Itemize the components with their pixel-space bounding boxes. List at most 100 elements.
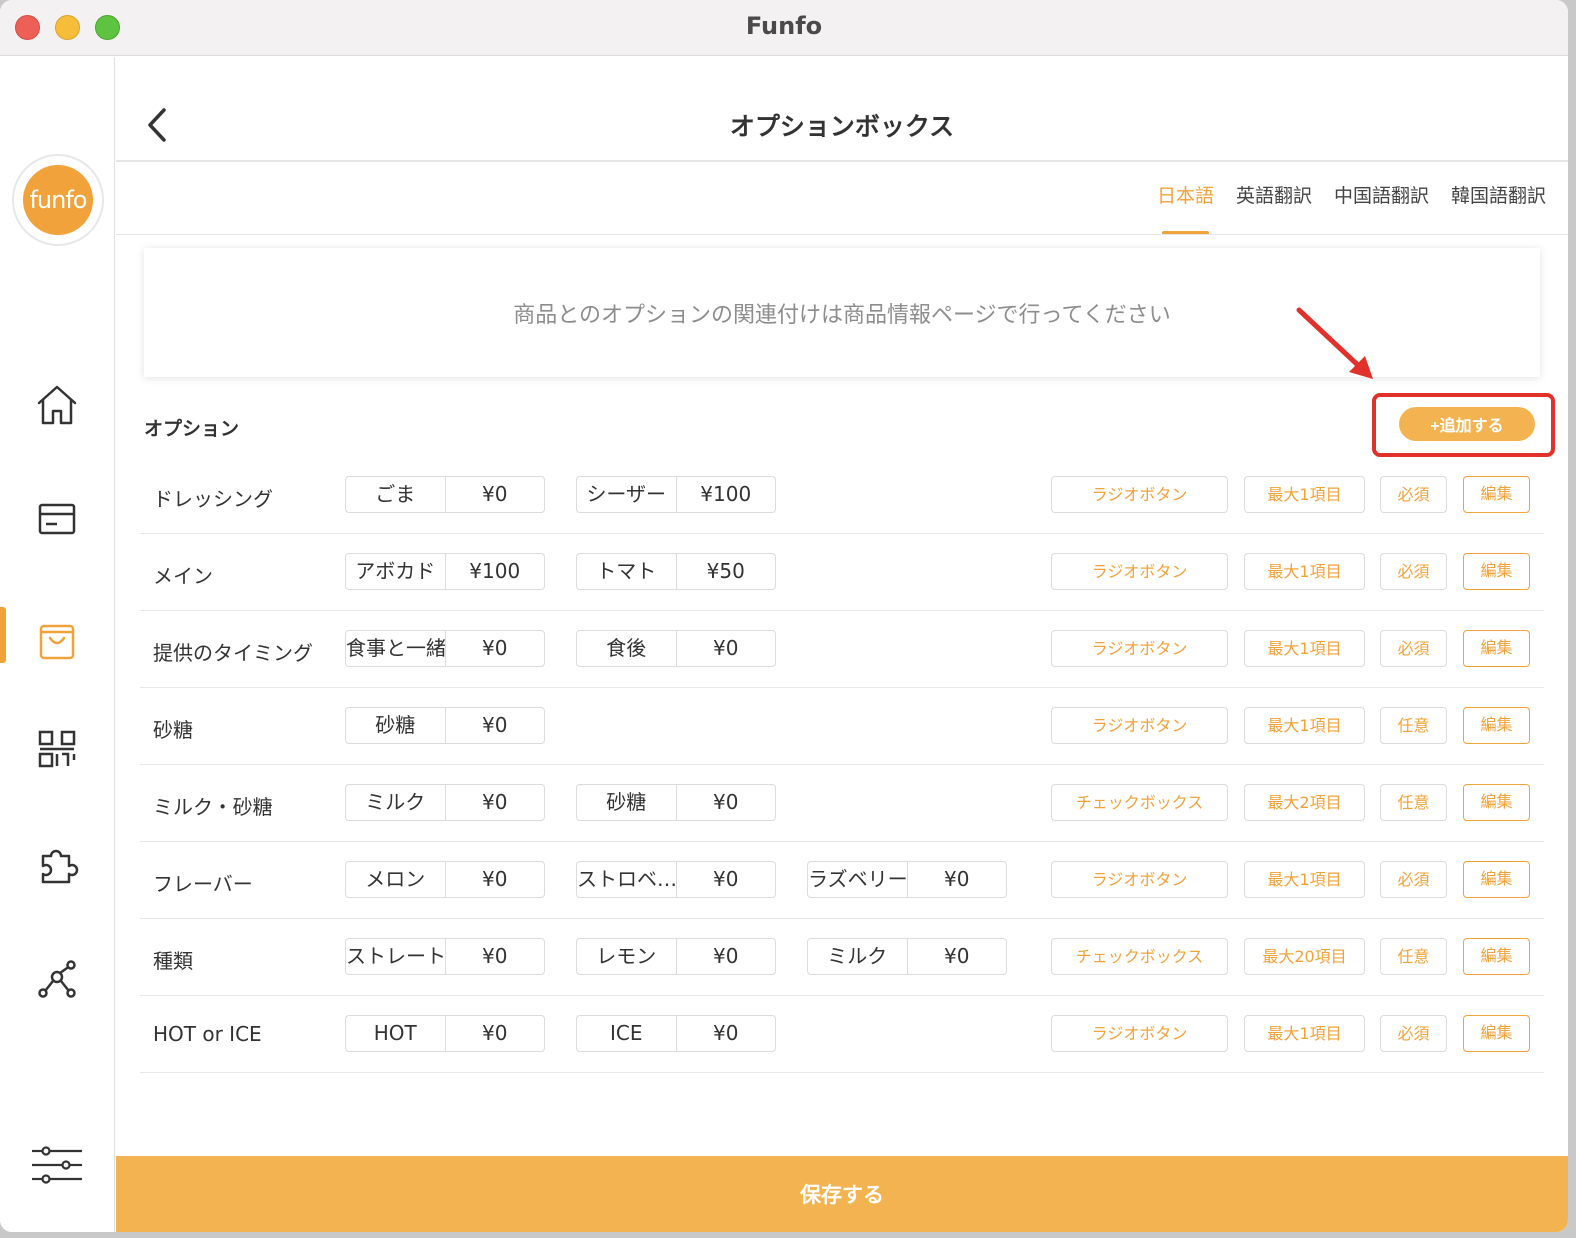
edit-button[interactable]: 編集: [1463, 784, 1530, 821]
selection-type-badge: ラジオボタン: [1051, 1015, 1228, 1052]
choice-name: ごま: [346, 477, 446, 512]
option-name: 砂糖: [153, 718, 193, 742]
choice-price: ¥0: [482, 636, 508, 660]
choice-name: アボカド: [346, 554, 446, 589]
choice-price: ¥50: [706, 559, 745, 583]
option-choice: シーザー ¥100: [576, 476, 776, 513]
choice-name: ミルク: [346, 785, 446, 820]
choice-name: 食後: [577, 631, 677, 666]
choice-name: HOT: [346, 1016, 446, 1051]
sidebar: funfo: [0, 57, 115, 1232]
choice-price: ¥0: [482, 790, 508, 814]
option-choice: HOT ¥0: [345, 1015, 545, 1052]
required-badge: 必須: [1380, 553, 1447, 590]
choice-price: ¥0: [713, 1021, 739, 1045]
edit-button[interactable]: 編集: [1463, 707, 1530, 744]
max-items-badge: 最大1項目: [1244, 1015, 1365, 1052]
sidebar-item-orders[interactable]: [0, 484, 115, 554]
annotation-arrow-icon: [1296, 307, 1373, 379]
option-row: HOT or ICE HOT ¥0 ICE ¥0 ラジオボタン 最大1項目 必須 編集: [140, 996, 1544, 1073]
option-choice: ラズベリー ¥0: [807, 861, 1007, 898]
puzzle-icon: [41, 849, 79, 884]
tab-language[interactable]: 英語翻訳: [1236, 181, 1312, 235]
network-icon: [38, 960, 76, 998]
choice-price: ¥0: [482, 1021, 508, 1045]
tab-language[interactable]: 日本語: [1157, 181, 1214, 235]
option-choice: レモン ¥0: [576, 938, 776, 975]
edit-button[interactable]: 編集: [1463, 630, 1530, 667]
tabs-divider: [116, 234, 1568, 235]
sidebar-item-plugins[interactable]: [0, 829, 115, 899]
option-name: 種類: [153, 949, 193, 973]
required-badge: 必須: [1380, 861, 1447, 898]
title-bar: Funfo: [0, 0, 1568, 56]
selection-type-badge: チェックボックス: [1051, 784, 1228, 821]
selection-type-badge: ラジオボタン: [1051, 630, 1228, 667]
choice-price: ¥0: [482, 944, 508, 968]
option-row: ミルク・砂糖 ミルク ¥0 砂糖 ¥0 チェックボックス 最大2項目 任意 編集: [140, 765, 1544, 842]
required-badge: 必須: [1380, 1015, 1447, 1052]
required-badge: 任意: [1380, 938, 1447, 975]
selection-type-badge: ラジオボタン: [1051, 707, 1228, 744]
required-badge: 任意: [1380, 707, 1447, 744]
selection-type-badge: チェックボックス: [1051, 938, 1228, 975]
option-row: ドレッシング ごま ¥0 シーザー ¥100 ラジオボタン 最大1項目 必須 編集: [140, 457, 1544, 534]
option-name: ミルク・砂糖: [153, 795, 273, 819]
app-window: Funfo funfo オプションボックス 日本語 英語翻訳 中国語翻訳 韓国語…: [0, 0, 1568, 1232]
option-name: ドレッシング: [153, 487, 273, 511]
required-badge: 必須: [1380, 476, 1447, 513]
choice-name: ストレート: [346, 939, 446, 974]
edit-button[interactable]: 編集: [1463, 861, 1530, 898]
choice-price: ¥0: [482, 482, 508, 506]
option-choice: 食事と一緒 ¥0: [345, 630, 545, 667]
option-name: 提供のタイミング: [153, 641, 313, 665]
sidebar-item-products[interactable]: [0, 607, 115, 677]
max-items-badge: 最大20項目: [1244, 938, 1365, 975]
sidebar-item-integrations[interactable]: [0, 944, 115, 1014]
required-badge: 必須: [1380, 630, 1447, 667]
qr-code-icon: [38, 730, 76, 768]
option-choice: アボカド ¥100: [345, 553, 545, 590]
sidebar-item-qr[interactable]: [0, 714, 115, 784]
edit-button[interactable]: 編集: [1463, 938, 1530, 975]
option-choice: ごま ¥0: [345, 476, 545, 513]
option-name: メイン: [153, 564, 213, 588]
choice-name: ストロベ…: [577, 862, 677, 897]
choice-name: ミルク: [808, 939, 908, 974]
tab-language[interactable]: 韓国語翻訳: [1451, 181, 1546, 235]
language-tabs: 日本語 英語翻訳 中国語翻訳 韓国語翻訳: [1157, 181, 1546, 235]
edit-button[interactable]: 編集: [1463, 1015, 1530, 1052]
options-section-label: オプション: [144, 418, 240, 440]
page-title: オプションボックス: [729, 112, 955, 141]
sidebar-item-home[interactable]: [0, 370, 115, 440]
logo-text: funfo: [23, 165, 93, 235]
choice-name: シーザー: [577, 477, 677, 512]
option-row: 砂糖 砂糖 ¥0 ラジオボタン 最大1項目 任意 編集: [140, 688, 1544, 765]
page-header: オプションボックス: [116, 57, 1568, 162]
option-name: HOT or ICE: [153, 1022, 262, 1046]
choice-price: ¥0: [713, 790, 739, 814]
choice-price: ¥100: [700, 482, 752, 506]
sidebar-item-settings[interactable]: [0, 1130, 115, 1200]
tab-language[interactable]: 中国語翻訳: [1334, 181, 1429, 235]
option-row: フレーバー メロン ¥0 ストロベ… ¥0 ラズベリー ¥0 ラジオボタン 最大1項目 必須 編集: [140, 842, 1544, 919]
card-icon: [38, 503, 76, 535]
option-row: 提供のタイミング 食事と一緒 ¥0 食後 ¥0 ラジオボタン 最大1項目 必須 編集: [140, 611, 1544, 688]
edit-button[interactable]: 編集: [1463, 553, 1530, 590]
logo: funfo: [12, 154, 104, 246]
save-button[interactable]: 保存する: [116, 1156, 1568, 1232]
sliders-icon: [32, 1146, 82, 1184]
choice-name: ラズベリー: [808, 862, 908, 897]
option-choice: ICE ¥0: [576, 1015, 776, 1052]
selection-type-badge: ラジオボタン: [1051, 861, 1228, 898]
option-choice: メロン ¥0: [345, 861, 545, 898]
choice-price: ¥0: [944, 944, 970, 968]
required-badge: 任意: [1380, 784, 1447, 821]
choice-price: ¥0: [713, 636, 739, 660]
selection-type-badge: ラジオボタン: [1051, 553, 1228, 590]
annotation-highlight-box: [1372, 393, 1555, 457]
choice-name: トマト: [577, 554, 677, 589]
max-items-badge: 最大1項目: [1244, 707, 1365, 744]
edit-button[interactable]: 編集: [1463, 476, 1530, 513]
choice-name: メロン: [346, 862, 446, 897]
